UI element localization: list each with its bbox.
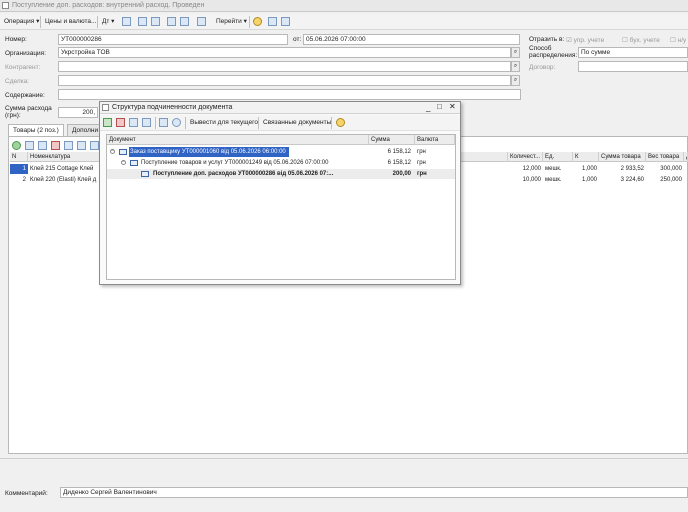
- number-field[interactable]: УТ000000286: [58, 34, 288, 45]
- contractor-field[interactable]: [58, 61, 511, 72]
- tree-row-order[interactable]: − Заказ поставщику УТ000001060 від 05.06…: [107, 147, 455, 157]
- output-current-button[interactable]: Вывести для текущего: [188, 117, 260, 129]
- tree-currency: грн: [417, 160, 426, 166]
- tree-doc-label: Поступление доп. расходов УТ000000286 ві…: [153, 171, 334, 177]
- tree-doc-label: Поступление товаров и услуг УТ000001249 …: [141, 160, 329, 166]
- col-d[interactable]: Д: [684, 152, 688, 162]
- reflect-label: Отразить в:: [529, 36, 565, 43]
- from-label: от:: [293, 36, 302, 43]
- col-document[interactable]: Документ: [107, 135, 369, 145]
- collapse-icon[interactable]: −: [121, 160, 126, 165]
- close-icon[interactable]: ✕: [449, 102, 456, 111]
- tree-currency: грн: [417, 149, 426, 155]
- add-row-icon[interactable]: [12, 141, 21, 150]
- help-icon[interactable]: [336, 118, 345, 127]
- number-label: Номер:: [5, 36, 27, 43]
- document-icon: [102, 104, 109, 111]
- collapse-icon[interactable]: −: [110, 149, 115, 154]
- col-currency[interactable]: Валюта: [415, 135, 455, 145]
- copy-icon[interactable]: [167, 17, 176, 26]
- deal-search-icon[interactable]: ⌕: [511, 75, 520, 86]
- org-search-icon[interactable]: ⌕: [511, 47, 520, 58]
- structure-icon[interactable]: [197, 17, 206, 26]
- edit-icon[interactable]: [103, 118, 112, 127]
- refresh-icon[interactable]: [172, 118, 181, 127]
- col-sum[interactable]: Сумма товара: [599, 152, 646, 162]
- tree-doc-label: Заказ поставщику УТ000001060 від 05.06.2…: [129, 147, 289, 157]
- dialog-titlebar: Структура подчиненности документа _ □ ✕: [100, 102, 460, 114]
- move-down-icon[interactable]: [90, 141, 99, 150]
- delete-mark-icon[interactable]: [116, 118, 125, 127]
- related-docs-button[interactable]: Связанные документы: [261, 117, 333, 129]
- method-select[interactable]: По сумме: [578, 47, 688, 58]
- prices-currency-button[interactable]: Цены и валюта...: [43, 16, 98, 28]
- movements-icon[interactable]: [159, 118, 168, 127]
- copy-row-icon[interactable]: [25, 141, 34, 150]
- sum-label: Сумма расхода (грн):: [5, 105, 52, 119]
- structure-dialog: Структура подчиненности документа _ □ ✕ …: [99, 101, 461, 285]
- tab-goods[interactable]: Товары (2 поз.): [8, 124, 64, 136]
- contract-field[interactable]: [578, 61, 688, 72]
- tree-sum: 6 158,12: [387, 149, 411, 155]
- tab-additional[interactable]: Дополни: [67, 124, 104, 136]
- date-field[interactable]: 05.06.2026 07:00:00: [303, 34, 520, 45]
- document-icon: [119, 149, 127, 155]
- col-weight[interactable]: Вес товара: [646, 152, 684, 162]
- delete-row-icon[interactable]: [51, 141, 60, 150]
- post-and-close-icon[interactable]: [151, 17, 160, 26]
- structure-tree: Документ Сумма Валюта − Заказ поставщику…: [106, 134, 456, 280]
- dialog-title: Структура подчиненности документа: [112, 104, 233, 111]
- content-label: Содержание:: [5, 92, 45, 99]
- post-doc-icon[interactable]: [129, 118, 138, 127]
- tree-row-additional[interactable]: Поступление доп. расходов УТ000000286 ві…: [107, 169, 455, 179]
- content-field[interactable]: [58, 89, 521, 100]
- document-icon: [141, 171, 149, 177]
- sum-field[interactable]: 200,: [58, 107, 98, 118]
- window-title: Поступление доп. расходов: внутренний ра…: [12, 2, 205, 9]
- dialog-toolbar: Вывести для текущего Связанные документы: [100, 115, 460, 131]
- acct-checkbox[interactable]: ☐ бух. учете: [622, 36, 660, 44]
- window-titlebar: Поступление доп. расходов: внутренний ра…: [0, 0, 688, 12]
- tree-currency: грн: [417, 171, 427, 177]
- dt-kt-button[interactable]: Дт ▾: [100, 16, 116, 28]
- operation-menu-button[interactable]: Операция ▾: [2, 16, 41, 28]
- org-label: Организация:: [5, 50, 47, 57]
- divider: [0, 458, 688, 459]
- print-icon[interactable]: [180, 17, 189, 26]
- main-toolbar: Операция ▾ Цены и валюта... Дт ▾ Перейти…: [0, 14, 688, 30]
- move-up-icon[interactable]: [77, 141, 86, 150]
- contractor-search-icon[interactable]: ⌕: [511, 61, 520, 72]
- end-edit-icon[interactable]: [64, 141, 73, 150]
- document-icon: [130, 160, 138, 166]
- deal-field[interactable]: [58, 75, 511, 86]
- edit-row-icon[interactable]: [38, 141, 47, 150]
- col-n[interactable]: N: [10, 152, 28, 162]
- tree-sum: 6 158,12: [387, 160, 411, 166]
- comment-label: Комментарий:: [5, 490, 48, 497]
- post-icon[interactable]: [122, 17, 131, 26]
- comment-field[interactable]: Диденко Сергей Валентинович: [60, 487, 688, 498]
- tree-row-receipt[interactable]: − Поступление товаров и услуг УТ00000124…: [107, 158, 455, 168]
- goto-menu-button[interactable]: Перейти ▾: [214, 16, 249, 28]
- col-qty[interactable]: Количест...: [508, 152, 543, 162]
- help-icon[interactable]: [253, 17, 262, 26]
- col-unit[interactable]: Ед.: [543, 152, 573, 162]
- col-sum[interactable]: Сумма: [369, 135, 415, 145]
- col-k[interactable]: К: [573, 152, 599, 162]
- save-icon[interactable]: [138, 17, 147, 26]
- mgmt-checkbox[interactable]: ☑ упр. учете: [566, 36, 604, 44]
- contract-label: Договор:: [529, 64, 556, 71]
- table-icon[interactable]: [281, 17, 290, 26]
- unpost-doc-icon[interactable]: [142, 118, 151, 127]
- list-icon[interactable]: [268, 17, 277, 26]
- contractor-label: Контрагент:: [5, 64, 41, 71]
- minimize-icon[interactable]: _: [426, 103, 430, 112]
- deal-label: Сделка:: [5, 78, 30, 85]
- document-icon: [2, 2, 9, 9]
- method-label: Способ распределения:: [529, 45, 578, 59]
- tax-checkbox[interactable]: ☐ н/у: [670, 36, 686, 44]
- tree-sum: 200,00: [392, 171, 411, 177]
- maximize-icon[interactable]: □: [437, 102, 442, 111]
- org-field[interactable]: Укрстройка ТОВ: [58, 47, 511, 58]
